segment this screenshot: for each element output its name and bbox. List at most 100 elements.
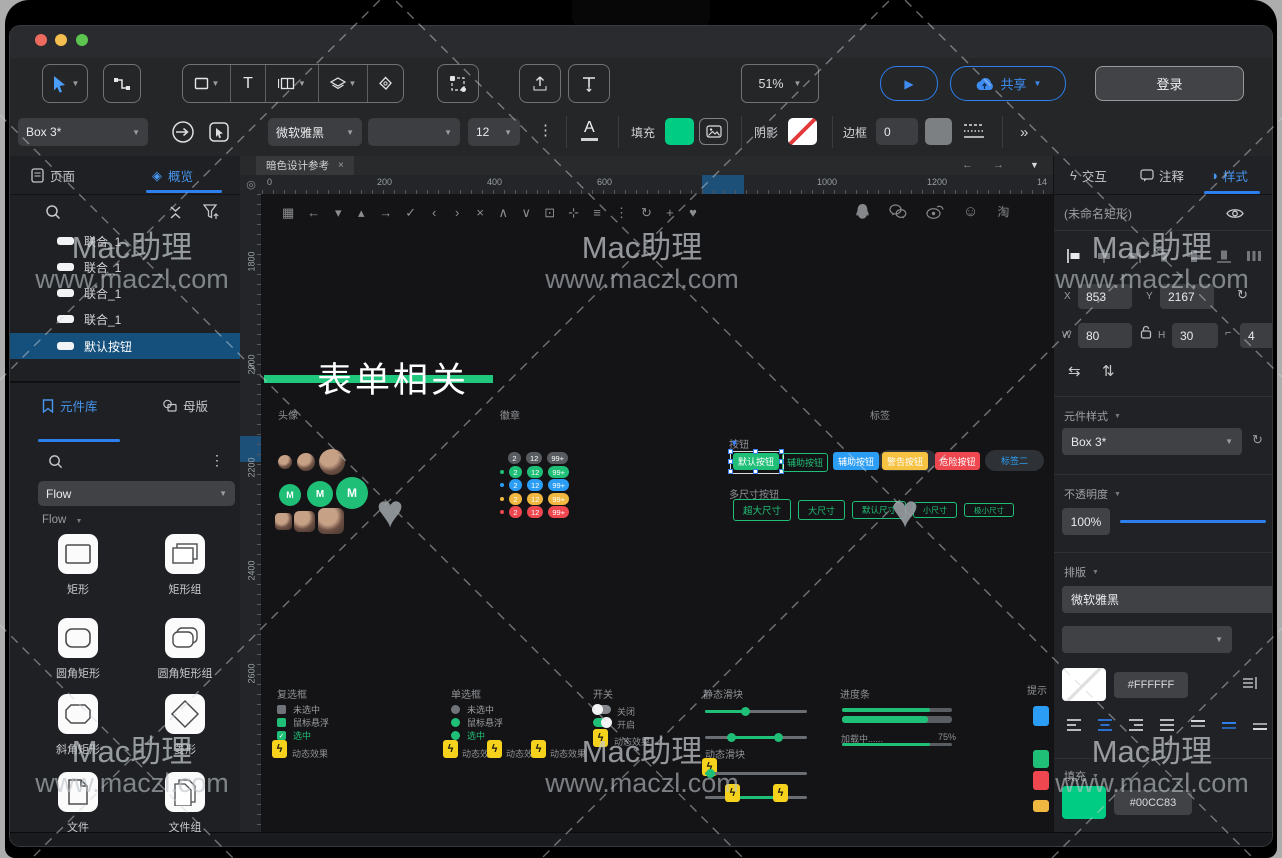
size-button-m[interactable]: 默认尺寸	[852, 501, 906, 519]
border-width-input[interactable]: 0	[876, 118, 918, 145]
badge-pill[interactable]: 12	[527, 493, 543, 505]
tab-interaction[interactable]: ϟ 交互	[1070, 166, 1107, 185]
design-nav-icon[interactable]: ⊹	[568, 205, 579, 221]
lightning-badge-icon[interactable]: ϟ	[487, 740, 502, 758]
vertical-ruler[interactable]: 18002000220024002600	[240, 194, 262, 832]
tree-item-selected[interactable]: 默认按钮	[10, 333, 240, 359]
apply-style-icon[interactable]	[170, 119, 196, 150]
tag-pill[interactable]: 标签二	[985, 450, 1044, 471]
default-button[interactable]: 默认按钮	[733, 453, 779, 470]
font-family-select[interactable]: 微软雅黑 ▼	[268, 118, 362, 146]
warning-button[interactable]: 警告按钮	[882, 452, 928, 470]
design-nav-icon[interactable]: ⋮	[615, 205, 628, 221]
weibo-icon[interactable]	[926, 204, 944, 219]
zoom-level-select[interactable]: 51% ▼	[741, 64, 819, 103]
badge-pill[interactable]: 99+	[548, 506, 569, 518]
hint-swatch-blue[interactable]	[1033, 706, 1049, 726]
slider-track[interactable]	[705, 710, 807, 713]
opacity-section-header[interactable]: 不透明度▼	[1064, 486, 1121, 502]
page-tab[interactable]: 暗色设计参考 ×	[256, 156, 354, 175]
lightning-badge-icon[interactable]: ϟ	[531, 740, 546, 758]
design-nav-icon[interactable]: ▦	[282, 205, 294, 221]
text-color-button[interactable]: A	[581, 119, 598, 141]
align-bottom-icon[interactable]	[1216, 248, 1232, 264]
lightning-badge-icon[interactable]: ϟ	[593, 729, 608, 747]
close-window-button[interactable]	[35, 34, 47, 46]
format-overflow-button[interactable]: »	[1020, 124, 1029, 141]
smiley-icon[interactable]: ☺	[963, 203, 978, 220]
range-slider-track[interactable]	[705, 796, 807, 799]
tab-prev-icon[interactable]: ←	[962, 159, 973, 171]
border-style-button[interactable]	[962, 122, 986, 145]
update-style-icon[interactable]: ↻	[1252, 432, 1263, 448]
design-nav-icon[interactable]: ✓	[405, 205, 416, 221]
fill-image-button[interactable]	[699, 118, 728, 145]
bring-forward-button[interactable]	[519, 64, 561, 103]
text-color-swatch[interactable]	[1062, 668, 1106, 701]
fill-color-swatch[interactable]	[665, 118, 694, 145]
ruler-origin-icon[interactable]: ◎	[240, 175, 263, 195]
lightning-badge-icon[interactable]: ϟ	[443, 740, 458, 758]
align-left-icon[interactable]	[1066, 248, 1082, 264]
font-style-select[interactable]: ▼	[1062, 626, 1232, 653]
filter-icon[interactable]	[203, 204, 220, 225]
design-nav-icon[interactable]: ♥	[688, 205, 698, 221]
widget-style-select[interactable]: Box 3* ▼	[1062, 428, 1242, 455]
select-tool-button[interactable]: ▼	[42, 64, 88, 103]
design-nav-icon[interactable]: →	[379, 205, 392, 221]
tree-item[interactable]: 联合_1	[10, 228, 240, 254]
tab-library[interactable]: 元件库	[42, 396, 98, 415]
typography-section-header[interactable]: 排版▼	[1064, 564, 1099, 580]
horizontal-ruler[interactable]: 02004006008001000120014	[262, 175, 1053, 195]
tab-overview[interactable]: ◈ 概览	[152, 166, 193, 185]
badge-pill[interactable]: 12	[527, 506, 543, 518]
design-nav-icon[interactable]: ▴	[356, 205, 366, 221]
avatar-square[interactable]	[275, 513, 292, 530]
text-valign-bottom-icon[interactable]	[1252, 718, 1268, 732]
fill-section-header[interactable]: 填充▼	[1064, 768, 1099, 784]
avatar[interactable]	[297, 453, 315, 471]
badge-pill[interactable]: 99+	[548, 479, 569, 491]
preview-button[interactable]: ▶	[880, 66, 938, 101]
rectangle-tool-button[interactable]: ▼	[183, 65, 231, 102]
style-preset-select[interactable]: Box 3* ▼	[18, 118, 148, 146]
align-middle-icon[interactable]	[1186, 248, 1202, 264]
login-button[interactable]: 登录	[1095, 66, 1244, 101]
secondary-button[interactable]: 辅助按钮	[782, 453, 828, 472]
badge-pill[interactable]: 12	[527, 466, 543, 478]
badge-pill[interactable]: 2	[509, 506, 522, 518]
size-button-l[interactable]: 大尺寸	[798, 500, 845, 520]
text-color-hex[interactable]: #FFFFFF	[1114, 672, 1188, 698]
checkbox-state[interactable]: 鼠标悬浮	[277, 717, 329, 728]
lock-ratio-icon[interactable]	[1140, 325, 1152, 344]
eye-icon[interactable]	[1226, 207, 1244, 225]
text-direction-icon[interactable]	[1242, 676, 1258, 695]
transform-tool-button[interactable]	[437, 64, 479, 103]
selected-widget[interactable]: ▼ 默认按钮	[728, 448, 784, 475]
size-button-xs[interactable]: 极小尺寸	[964, 503, 1014, 517]
collapse-all-icon[interactable]	[168, 205, 183, 225]
y-input[interactable]: 2167	[1160, 284, 1214, 309]
hint-swatch-red[interactable]	[1033, 771, 1049, 790]
badge-pill[interactable]: 2	[509, 466, 522, 478]
text-valign-middle-icon[interactable]	[1221, 718, 1237, 732]
component-rectangle-group[interactable]: 矩形组	[135, 534, 235, 597]
align-center-icon[interactable]	[1096, 248, 1112, 264]
opacity-slider[interactable]	[1120, 520, 1266, 523]
font-weight-select[interactable]: ▼	[368, 118, 460, 146]
design-nav-icon[interactable]: ›	[452, 205, 462, 221]
tab-list-icon[interactable]: ▼	[1030, 160, 1039, 170]
badge-pill[interactable]: 99+	[547, 452, 568, 464]
slider-knob[interactable]	[727, 733, 736, 742]
height-input[interactable]: 30	[1172, 323, 1218, 348]
lightning-badge-icon[interactable]: ϟ	[272, 740, 287, 758]
badge-pill[interactable]: 99+	[548, 466, 569, 478]
badge-pill[interactable]: 2	[508, 452, 521, 464]
design-nav-icon[interactable]: ←	[307, 205, 320, 221]
avatar-letter[interactable]: M	[279, 484, 301, 506]
flip-vertical-icon[interactable]: ⇅	[1102, 362, 1115, 380]
font-family-select[interactable]: 微软雅黑	[1062, 586, 1272, 613]
qq-icon[interactable]	[855, 203, 870, 220]
library-section-header[interactable]: Flow ▼	[42, 514, 82, 526]
design-nav-icon[interactable]: ∧	[498, 205, 508, 221]
